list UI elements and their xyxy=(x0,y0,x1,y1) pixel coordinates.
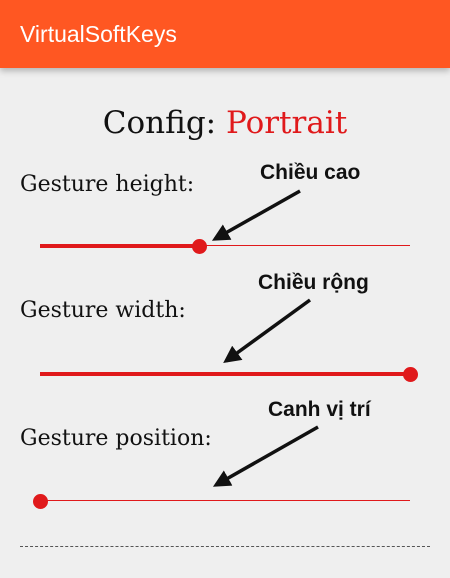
slider-fill xyxy=(40,372,410,376)
config-heading: Config: Portrait xyxy=(0,104,450,142)
annotation-position: Canh vị trí xyxy=(268,398,371,421)
app-title: VirtualSoftKeys xyxy=(20,21,177,47)
slider-thumb[interactable] xyxy=(192,239,208,254)
slider-track xyxy=(40,500,410,501)
divider xyxy=(20,546,430,547)
slider-fill xyxy=(40,244,200,248)
gesture-height-label: Gesture height: xyxy=(20,172,195,197)
screen: VirtualSoftKeys Config: Portrait Gesture… xyxy=(0,0,450,578)
config-label: Config: xyxy=(102,105,217,141)
annotation-height: Chiều cao xyxy=(260,161,361,184)
gesture-width-slider[interactable] xyxy=(40,364,418,384)
annotation-width: Chiều rộng xyxy=(258,271,369,294)
arrow-position-icon xyxy=(212,425,319,487)
arrow-width-icon xyxy=(223,298,312,364)
gesture-position-slider[interactable] xyxy=(33,491,410,511)
config-value: Portrait xyxy=(225,105,348,141)
slider-thumb[interactable] xyxy=(403,367,418,382)
gesture-height-slider[interactable] xyxy=(40,236,410,256)
slider-thumb[interactable] xyxy=(33,494,48,509)
gesture-width-label: Gesture width: xyxy=(20,298,186,323)
arrow-height-icon xyxy=(211,189,301,241)
app-bar: VirtualSoftKeys xyxy=(0,0,450,68)
gesture-position-label: Gesture position: xyxy=(20,426,212,451)
